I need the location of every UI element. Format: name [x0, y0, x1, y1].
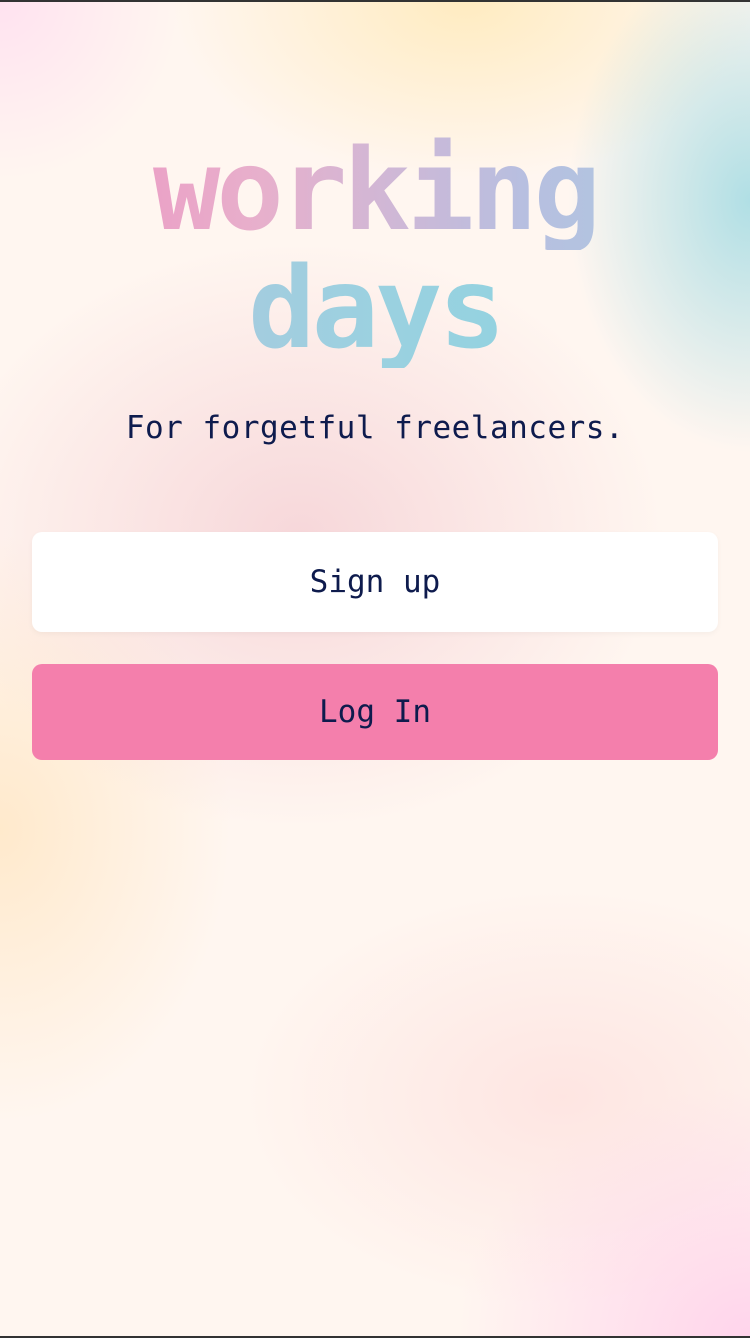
logo-line-working: working	[0, 132, 750, 250]
logo-line-days: days	[0, 250, 750, 368]
log-in-button[interactable]: Log In	[32, 664, 718, 760]
welcome-screen: working days For forgetful freelancers. …	[0, 2, 750, 1336]
sign-up-button[interactable]: Sign up	[32, 532, 718, 632]
tagline: For forgetful freelancers.	[125, 410, 625, 446]
app-logo: working days	[0, 132, 750, 368]
